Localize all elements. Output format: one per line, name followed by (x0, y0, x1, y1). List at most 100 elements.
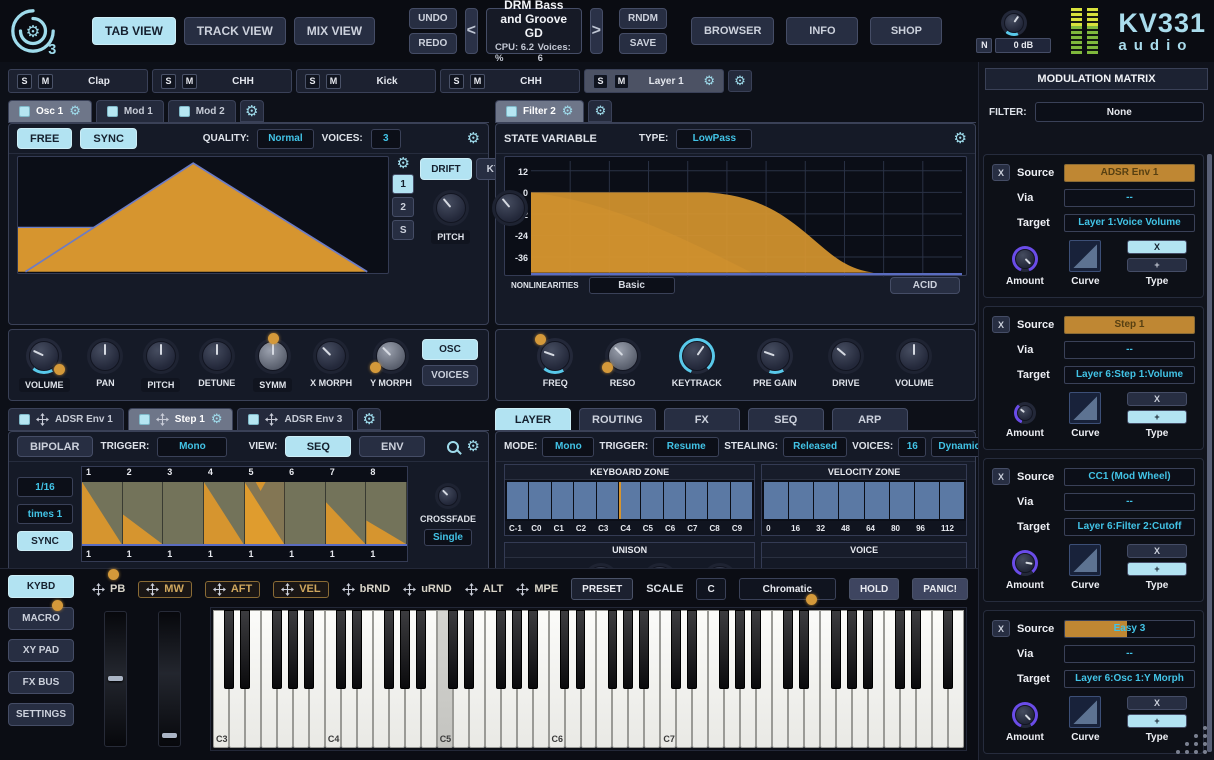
via-select[interactable]: -- (1064, 189, 1195, 207)
y-morph-knob[interactable] (373, 338, 409, 374)
layer-tab-chh[interactable]: SMCHH (152, 69, 292, 93)
filter-graph[interactable]: 120-12-24-36 (504, 156, 967, 276)
solo-button[interactable]: S (305, 74, 320, 89)
view-tab-mix-view[interactable]: MIX VIEW (294, 17, 375, 45)
seq-times-value[interactable]: times 1 (17, 504, 73, 524)
enable-checkbox[interactable] (248, 414, 259, 425)
black-key[interactable] (512, 610, 522, 689)
mute-button[interactable]: M (182, 74, 197, 89)
tab-adsr-env-1[interactable]: ADSR Env 1 (8, 408, 124, 430)
pitch-knob[interactable] (143, 338, 179, 374)
mute-button[interactable]: M (38, 74, 53, 89)
filter-add-gear[interactable]: ⚙ (588, 100, 612, 122)
zone-cell[interactable] (641, 482, 662, 519)
env-view-button[interactable]: ENV (359, 436, 425, 457)
amount-knob[interactable] (1012, 702, 1038, 728)
mod-source-alt[interactable]: ALT (465, 583, 504, 596)
crossfade-mode[interactable]: Single (424, 529, 472, 546)
zone-cell[interactable] (731, 482, 752, 519)
save-button[interactable]: SAVE (619, 33, 667, 54)
rndm-button[interactable]: RNDM (619, 8, 667, 29)
target-select[interactable]: Layer 1:Voice Volume (1064, 214, 1195, 232)
solo-button[interactable]: S (17, 74, 32, 89)
mod-source-brnd[interactable]: bRND (342, 583, 391, 596)
black-key[interactable] (288, 610, 298, 689)
step-sequencer[interactable]: 12345678 11111111 (81, 466, 408, 562)
black-key[interactable] (863, 610, 873, 689)
step-cell[interactable] (163, 482, 204, 544)
zone-cell[interactable] (597, 482, 618, 519)
delete-slot-button[interactable]: X (992, 468, 1010, 485)
sync-button[interactable]: SYNC (80, 128, 137, 149)
black-key[interactable] (783, 610, 793, 689)
tab-seq[interactable]: SEQ (748, 408, 824, 430)
wave-gear-icon[interactable]: ⚙ (392, 156, 414, 171)
step-cell[interactable] (123, 482, 164, 544)
nav-shop-button[interactable]: SHOP (870, 17, 942, 45)
black-key[interactable] (528, 610, 538, 689)
view-tab-track-view[interactable]: TRACK VIEW (184, 17, 286, 45)
mod-source-mw[interactable]: MW (138, 581, 192, 598)
black-key[interactable] (448, 610, 458, 689)
step-cell[interactable] (285, 482, 326, 544)
zone-cell[interactable] (865, 482, 889, 519)
tab-arp[interactable]: ARP (832, 408, 908, 430)
filter-settings-gear-icon[interactable]: ⚙ (954, 131, 967, 146)
layer-gear-icon[interactable]: ⚙ (703, 75, 715, 88)
black-key[interactable] (336, 610, 346, 689)
via-select[interactable]: -- (1064, 341, 1195, 359)
black-key[interactable] (911, 610, 921, 689)
black-key[interactable] (240, 610, 250, 689)
quality-select[interactable]: Normal (257, 129, 313, 149)
next-preset-button[interactable]: > (590, 8, 603, 54)
wave-select-2[interactable]: 2 (392, 197, 414, 217)
source-select[interactable]: ADSR Env 1 (1064, 164, 1195, 182)
solo-button[interactable]: S (593, 74, 608, 89)
speed-knob[interactable] (492, 190, 528, 226)
seq-settings-gear-icon[interactable]: ⚙ (467, 439, 480, 454)
nav-info-button[interactable]: INFO (786, 17, 858, 45)
amount-knob[interactable] (1012, 550, 1038, 576)
bipolar-button[interactable]: BIPOLAR (17, 436, 93, 457)
crossfade-knob[interactable] (435, 483, 461, 509)
zone-cell[interactable] (686, 482, 707, 519)
layer-add-gear[interactable]: ⚙ (728, 70, 752, 92)
zoom-icon[interactable] (447, 441, 459, 453)
symm-knob[interactable] (255, 338, 291, 374)
step-cell[interactable] (82, 482, 123, 544)
zone-cell[interactable] (940, 482, 964, 519)
curve-button[interactable] (1069, 392, 1101, 424)
redo-button[interactable]: REDO (409, 33, 456, 54)
voices-button[interactable]: VOICES (422, 365, 478, 386)
black-key[interactable] (352, 610, 362, 689)
solo-button[interactable]: S (161, 74, 176, 89)
black-key[interactable] (831, 610, 841, 689)
zone-cell[interactable] (619, 482, 640, 519)
black-key[interactable] (639, 610, 649, 689)
osc-button[interactable]: OSC (422, 339, 478, 360)
target-select[interactable]: Layer 6:Filter 2:Cutoff (1064, 518, 1195, 536)
zone-cell[interactable] (664, 482, 685, 519)
detune-knob[interactable] (199, 338, 235, 374)
pan-knob[interactable] (87, 338, 123, 374)
enable-checkbox[interactable] (107, 106, 118, 117)
tab-mod-1[interactable]: Mod 1 (96, 100, 164, 122)
volume-knob[interactable] (26, 338, 62, 374)
black-key[interactable] (496, 610, 506, 689)
source-select[interactable]: Step 1 (1064, 316, 1195, 334)
type-x-button[interactable]: X (1127, 240, 1187, 254)
black-key[interactable] (895, 610, 905, 689)
zone-cell[interactable] (915, 482, 939, 519)
nav-browser-button[interactable]: BROWSER (691, 17, 774, 45)
zone-cell[interactable] (789, 482, 813, 519)
layer-tab-kick[interactable]: SMKick (296, 69, 436, 93)
black-key[interactable] (304, 610, 314, 689)
wave-select-s[interactable]: S (392, 220, 414, 240)
stealing-select[interactable]: Released (783, 437, 847, 457)
curve-button[interactable] (1069, 696, 1101, 728)
step-cell[interactable] (326, 482, 367, 544)
type-x-button[interactable]: X (1127, 392, 1187, 406)
preset-button[interactable]: PRESET (571, 578, 633, 600)
tab-layer[interactable]: LAYER (495, 408, 571, 430)
osc-voices-value[interactable]: 3 (371, 129, 401, 149)
